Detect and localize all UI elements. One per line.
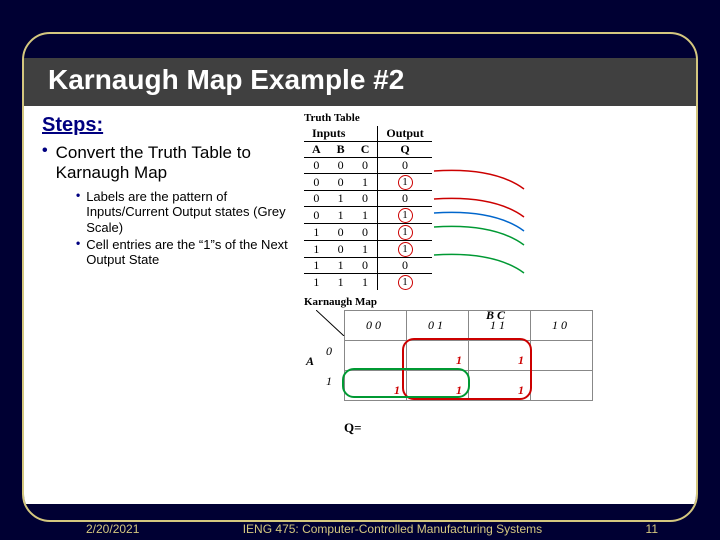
kmap-area: Karnaugh Map A B C 0 00 11 11 011111 0 1…: [304, 296, 686, 436]
kmap-row-1: 1: [316, 374, 342, 389]
tt-col-header: Q: [378, 142, 432, 158]
tt-cell: 0: [378, 258, 432, 274]
kmap-col-axis: B C: [486, 308, 505, 323]
kmap-row: 111: [345, 371, 593, 401]
kmap-cell: [345, 341, 407, 371]
tt-cell: 0: [329, 174, 353, 191]
slide-footer: 2/20/2021 IENG 475: Computer-Controlled …: [0, 522, 720, 536]
tt-cell: 0: [353, 191, 378, 207]
bullet-icon: •: [42, 143, 48, 183]
footer-date: 2/20/2021: [86, 522, 139, 536]
q-equation: Q=: [344, 420, 686, 436]
tt-cell: 1: [353, 207, 378, 224]
bullet-level2a-text: Labels are the pattern of Inputs/Current…: [86, 189, 298, 235]
truth-table: Inputs Output ABCQ 000000110100011110011…: [304, 126, 432, 290]
inputs-header: Inputs: [304, 126, 378, 142]
output-header: Output: [378, 126, 432, 142]
tt-cell: 0: [329, 241, 353, 258]
circled-one: 1: [398, 275, 413, 290]
table-row: 1001: [304, 224, 432, 241]
kmap-label: Karnaugh Map: [304, 296, 686, 308]
slide-frame: Karnaugh Map Example #2 Steps: • Convert…: [22, 32, 698, 522]
circled-one: 1: [398, 175, 413, 190]
right-column: Truth Table Inputs Output ABCQ 000000110…: [304, 106, 696, 504]
tt-col-header: C: [353, 142, 378, 158]
kmap-cell: 1: [469, 341, 531, 371]
table-row: 0111: [304, 207, 432, 224]
bullet-level2b-text: Cell entries are the “1”s of the Next Ou…: [86, 237, 298, 268]
tt-col-header: B: [329, 142, 353, 158]
tt-cell: 1: [329, 191, 353, 207]
kmap: A B C 0 00 11 11 011111 0 1: [316, 310, 686, 410]
tt-cell: 1: [329, 207, 353, 224]
kmap-row: 11: [345, 341, 593, 371]
left-column: Steps: • Convert the Truth Table to Karn…: [24, 106, 304, 504]
tt-cell: 0: [378, 158, 432, 174]
kmap-row-0: 0: [316, 344, 342, 359]
tt-cell: 1: [353, 241, 378, 258]
tt-cell: 1: [353, 174, 378, 191]
truth-table-wrap: Inputs Output ABCQ 000000110100011110011…: [304, 126, 686, 290]
circled-one: 1: [398, 242, 413, 257]
kmap-cell: [531, 371, 593, 401]
bullet-level2: • Labels are the pattern of Inputs/Curre…: [76, 189, 298, 235]
tt-cell: 1: [378, 274, 432, 291]
table-row: 0011: [304, 174, 432, 191]
kmap-diagonal-icon: [316, 310, 346, 336]
kmap-cell: 1: [407, 341, 469, 371]
slide-content: Steps: • Convert the Truth Table to Karn…: [24, 106, 696, 504]
tt-cell: 1: [378, 174, 432, 191]
tt-cell: 0: [304, 174, 329, 191]
kmap-cell: 1: [345, 371, 407, 401]
bullet-level2: • Cell entries are the “1”s of the Next …: [76, 237, 298, 268]
tt-cell: 1: [378, 224, 432, 241]
tt-cell: 0: [329, 224, 353, 241]
tt-cell: 1: [329, 258, 353, 274]
tt-cell: 0: [353, 258, 378, 274]
tt-cell: 1: [304, 258, 329, 274]
kmap-cell: 1: [469, 371, 531, 401]
tt-cell: 1: [304, 274, 329, 291]
kmap-row-axis: A: [306, 354, 314, 369]
tt-cell: 0: [329, 158, 353, 174]
kmap-col-header: 0 0: [345, 311, 407, 341]
bullet-icon: •: [76, 237, 80, 268]
table-row: 1011: [304, 241, 432, 258]
tt-col-header: A: [304, 142, 329, 158]
tt-cell: 1: [304, 224, 329, 241]
bullet-level1-text: Convert the Truth Table to Karnaugh Map: [56, 143, 298, 183]
table-row: 0100: [304, 191, 432, 207]
bullet-level1: • Convert the Truth Table to Karnaugh Ma…: [42, 143, 298, 183]
footer-center: IENG 475: Computer-Controlled Manufactur…: [139, 522, 645, 536]
bullet-icon: •: [76, 189, 80, 235]
footer-page: 11: [646, 522, 658, 536]
tt-cell: 1: [304, 241, 329, 258]
title-band: Karnaugh Map Example #2: [24, 58, 696, 106]
circled-one: 1: [398, 225, 413, 240]
table-row: 0000: [304, 158, 432, 174]
slide-title: Karnaugh Map Example #2: [48, 64, 672, 96]
tt-cell: 0: [353, 224, 378, 241]
tt-cell: 0: [378, 191, 432, 207]
tt-cell: 1: [378, 241, 432, 258]
table-row: 1100: [304, 258, 432, 274]
kmap-cell: 1: [407, 371, 469, 401]
steps-heading: Steps:: [42, 114, 298, 137]
kmap-cell: [531, 341, 593, 371]
tt-cell: 1: [329, 274, 353, 291]
tt-cell: 1: [378, 207, 432, 224]
truth-table-label: Truth Table: [304, 112, 686, 124]
tt-cell: 0: [304, 158, 329, 174]
kmap-grid: 0 00 11 11 011111: [344, 310, 593, 401]
tt-cell: 0: [304, 207, 329, 224]
kmap-col-header: 1 0: [531, 311, 593, 341]
kmap-col-header: 0 1: [407, 311, 469, 341]
tt-cell: 0: [353, 158, 378, 174]
table-row: 1111: [304, 274, 432, 291]
circled-one: 1: [398, 208, 413, 223]
tt-cell: 1: [353, 274, 378, 291]
tt-cell: 0: [304, 191, 329, 207]
